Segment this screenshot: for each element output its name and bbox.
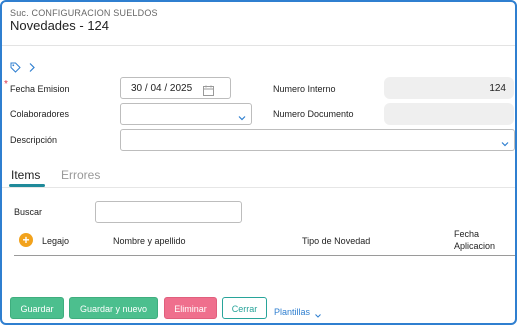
tag-icon[interactable] [10, 60, 21, 73]
tab-errores[interactable]: Errores [61, 168, 100, 182]
buscar-label: Buscar [14, 207, 43, 217]
table-header-divider [14, 255, 515, 256]
numero-interno-label: Numero Interno [273, 84, 336, 94]
tag-toolbar[interactable] [10, 57, 36, 75]
buscar-input[interactable] [95, 201, 242, 223]
chevron-down-icon [314, 307, 322, 318]
colaboradores-select[interactable] [120, 103, 252, 125]
calendar-icon[interactable] [203, 83, 214, 96]
tab-items[interactable]: Items [11, 168, 40, 182]
chevron-down-icon[interactable] [237, 110, 247, 121]
colaboradores-label: Colaboradores [10, 109, 70, 119]
chevron-right-icon[interactable] [28, 60, 36, 73]
numero-interno-value: 124 [489, 83, 506, 94]
chevron-down-icon[interactable] [500, 136, 510, 147]
descripcion-label: Descripción [10, 135, 58, 145]
numero-documento-label: Numero Documento [273, 109, 354, 119]
required-marker: * [4, 79, 8, 90]
plantillas-dropdown[interactable]: Plantillas [274, 302, 322, 320]
guardar-button[interactable]: Guardar [10, 297, 64, 319]
descripcion-select[interactable] [120, 129, 515, 151]
eliminar-button[interactable]: Eliminar [164, 297, 217, 319]
add-item-icon[interactable]: + [19, 233, 33, 247]
fecha-emision-value: 30 / 04 / 2025 [131, 83, 193, 94]
plantillas-label: Plantillas [274, 307, 311, 317]
tabs-divider [2, 187, 515, 188]
column-header-nombre[interactable]: Nombre y apellido [113, 236, 186, 246]
fecha-emision-label: Fecha Emision [10, 84, 70, 94]
header-divider [2, 45, 515, 46]
column-header-aplicacion[interactable]: Aplicacion [454, 241, 495, 251]
page-title: Novedades - 124 [10, 18, 110, 33]
window-frame: Suc. CONFIGURACION SUELDOS Novedades - 1… [0, 0, 517, 325]
column-header-legajo[interactable]: Legajo [42, 236, 69, 246]
column-header-fecha[interactable]: Fecha [454, 229, 479, 239]
numero-documento-field [384, 103, 514, 125]
numero-interno-field: 124 [384, 77, 514, 99]
guardar-y-nuevo-button[interactable]: Guardar y nuevo [69, 297, 158, 319]
column-header-tipo[interactable]: Tipo de Novedad [302, 236, 370, 246]
cerrar-button[interactable]: Cerrar [222, 297, 267, 319]
page-supertitle: Suc. CONFIGURACION SUELDOS [10, 8, 158, 18]
fecha-emision-input[interactable]: 30 / 04 / 2025 [120, 77, 231, 99]
